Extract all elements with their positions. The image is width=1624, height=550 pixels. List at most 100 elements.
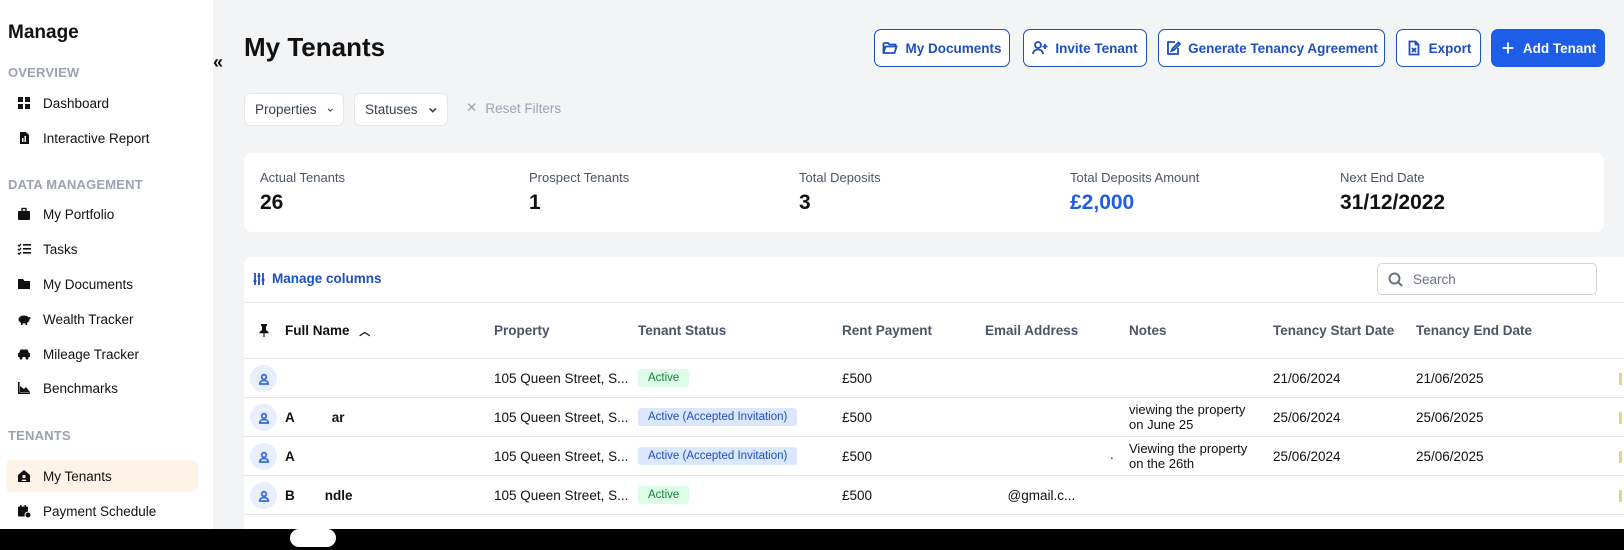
tenant-name[interactable]: A ar [285, 410, 345, 425]
tenancy-start-date: 25/06/2024 [1273, 410, 1341, 425]
properties-filter[interactable]: Properties [244, 93, 344, 126]
reset-filters-button[interactable]: ✕ Reset Filters [466, 100, 561, 116]
sidebar-item-interactive-report[interactable]: Interactive Report [6, 122, 198, 154]
column-header-tenant-status[interactable]: Tenant Status [638, 323, 726, 338]
sidebar-item-dashboard[interactable]: Dashboard [6, 87, 198, 119]
tenant-name[interactable]: A [285, 449, 295, 464]
column-header-end-date[interactable]: Tenancy End Date [1416, 323, 1532, 338]
sidebar-item-my-documents[interactable]: My Documents [6, 268, 198, 300]
tenant-name[interactable]: B ndle [285, 488, 353, 503]
sidebar-item-label: Wealth Tracker [43, 311, 134, 327]
row-edge-marker [1619, 490, 1622, 502]
chevron-down-icon [428, 107, 436, 113]
document-edit-icon [1167, 41, 1182, 55]
stat-label: Prospect Tenants [529, 170, 630, 185]
car-icon [17, 347, 31, 361]
stat-value: 31/12/2022 [1340, 191, 1446, 214]
home-indicator[interactable] [290, 529, 336, 547]
home-user-icon [17, 469, 31, 483]
sidebar-item-my-tenants[interactable]: My Tenants [6, 460, 198, 492]
add-tenant-button[interactable]: Add Tenant [1491, 29, 1605, 67]
stat-value: 1 [529, 191, 541, 214]
sidebar-item-label: Mileage Tracker [43, 346, 140, 362]
notes-line: Viewing the property [1129, 441, 1248, 456]
statuses-filter-label: Statuses [365, 102, 418, 117]
manage-columns-button[interactable]: Manage columns [252, 271, 382, 286]
user-icon [258, 490, 269, 502]
tenant-property: 105 Queen Street, S... [494, 371, 629, 386]
sidebar-item-label: My Portfolio [43, 206, 115, 222]
search-icon [1388, 272, 1403, 287]
reset-filters-label: Reset Filters [485, 100, 562, 116]
email-address: @gmail.c... [985, 488, 1076, 503]
stat-prospect-tenants: Prospect Tenants 1 [529, 170, 629, 215]
invite-tenant-label: Invite Tenant [1055, 40, 1138, 56]
export-button[interactable]: Export [1396, 29, 1481, 67]
calendar-icon [17, 504, 31, 518]
folder-icon [17, 277, 31, 291]
row-edge-marker [1619, 412, 1622, 424]
section-tenants: TENANTS [8, 428, 71, 443]
page-title: My Tenants [244, 32, 386, 62]
avatar [250, 443, 277, 470]
add-tenant-label: Add Tenant [1522, 40, 1597, 56]
collapse-sidebar-icon[interactable]: « [213, 52, 223, 73]
sidebar-item-mileage-tracker[interactable]: Mileage Tracker [6, 338, 198, 370]
stat-label: Total Deposits Amount [1070, 170, 1200, 185]
table-row[interactable]: 105 Queen Street, S... Active £500 21/06… [244, 359, 1624, 398]
search-input[interactable] [1413, 271, 1583, 287]
row-edge-marker [1619, 451, 1622, 463]
sidebar-item-payment-schedule[interactable]: Payment Schedule [6, 495, 198, 527]
stat-total-deposits: Total Deposits 3 [799, 170, 881, 215]
stats-card: Actual Tenants 26 Prospect Tenants 1 Tot… [244, 153, 1604, 232]
invite-tenant-button[interactable]: Invite Tenant [1023, 29, 1147, 67]
table-row[interactable]: A ar 105 Queen Street, S... Active (Acce… [244, 398, 1624, 437]
column-header-email[interactable]: Email Address [985, 323, 1078, 338]
tasks-icon [17, 242, 31, 256]
rent-payment: £500 [842, 488, 873, 503]
my-documents-button[interactable]: My Documents [874, 29, 1010, 67]
sidebar-item-label: Interactive Report [43, 130, 150, 146]
search-box[interactable] [1377, 263, 1597, 295]
manage-columns-label: Manage columns [272, 271, 382, 286]
sort-asc-icon: ︿ [359, 326, 371, 338]
stat-actual-tenants: Actual Tenants 26 [260, 170, 345, 215]
table-row[interactable]: A 105 Queen Street, S... Active (Accepte… [244, 437, 1624, 476]
table-header: Full Name ︿ Property Tenant Status Rent … [244, 302, 1624, 359]
generate-tenancy-agreement-button[interactable]: Generate Tenancy Agreement [1158, 29, 1385, 67]
chevron-down-icon [327, 108, 333, 112]
generate-agreement-label: Generate Tenancy Agreement [1188, 40, 1378, 56]
user-icon [258, 412, 269, 424]
close-icon: ✕ [466, 100, 478, 115]
column-header-notes[interactable]: Notes [1129, 323, 1167, 338]
tenancy-end-date: 21/06/2025 [1416, 371, 1484, 386]
rent-payment: £500 [842, 449, 873, 464]
piggy-bank-icon [17, 312, 31, 326]
avatar [250, 365, 277, 392]
properties-filter-label: Properties [255, 102, 317, 117]
column-header-rent-payment[interactable]: Rent Payment [842, 323, 932, 338]
status-badge: Active [638, 369, 690, 387]
stat-next-end-date: Next End Date 31/12/2022 [1340, 170, 1445, 215]
column-header-start-date[interactable]: Tenancy Start Date [1273, 323, 1394, 338]
pin-icon[interactable] [257, 323, 271, 342]
statuses-filter[interactable]: Statuses [354, 93, 448, 126]
table-row[interactable]: B ndle 105 Queen Street, S... Active £50… [244, 476, 1624, 515]
tenancy-end-date: 25/06/2025 [1416, 410, 1484, 425]
sidebar-item-tasks[interactable]: Tasks [6, 233, 198, 265]
sidebar-item-wealth-tracker[interactable]: Wealth Tracker [6, 303, 198, 335]
tenant-property: 105 Queen Street, S... [494, 488, 629, 503]
bottom-system-bar [0, 529, 1624, 550]
folder-open-icon [883, 42, 899, 54]
sliders-icon [253, 272, 265, 285]
notes-line: viewing the property [1129, 402, 1246, 417]
tenancy-start-date: 25/06/2024 [1273, 449, 1341, 464]
tenant-property: 105 Queen Street, S... [494, 410, 629, 425]
sidebar-item-my-portfolio[interactable]: My Portfolio [6, 198, 198, 230]
column-header-property[interactable]: Property [494, 323, 550, 338]
sidebar: Manage OVERVIEW Dashboard Interactive Re… [0, 0, 213, 529]
grid-icon [17, 96, 31, 110]
sidebar-item-benchmarks[interactable]: Benchmarks [6, 372, 198, 404]
status-badge: Active [638, 486, 690, 504]
column-header-full-name[interactable]: Full Name ︿ [285, 323, 370, 339]
